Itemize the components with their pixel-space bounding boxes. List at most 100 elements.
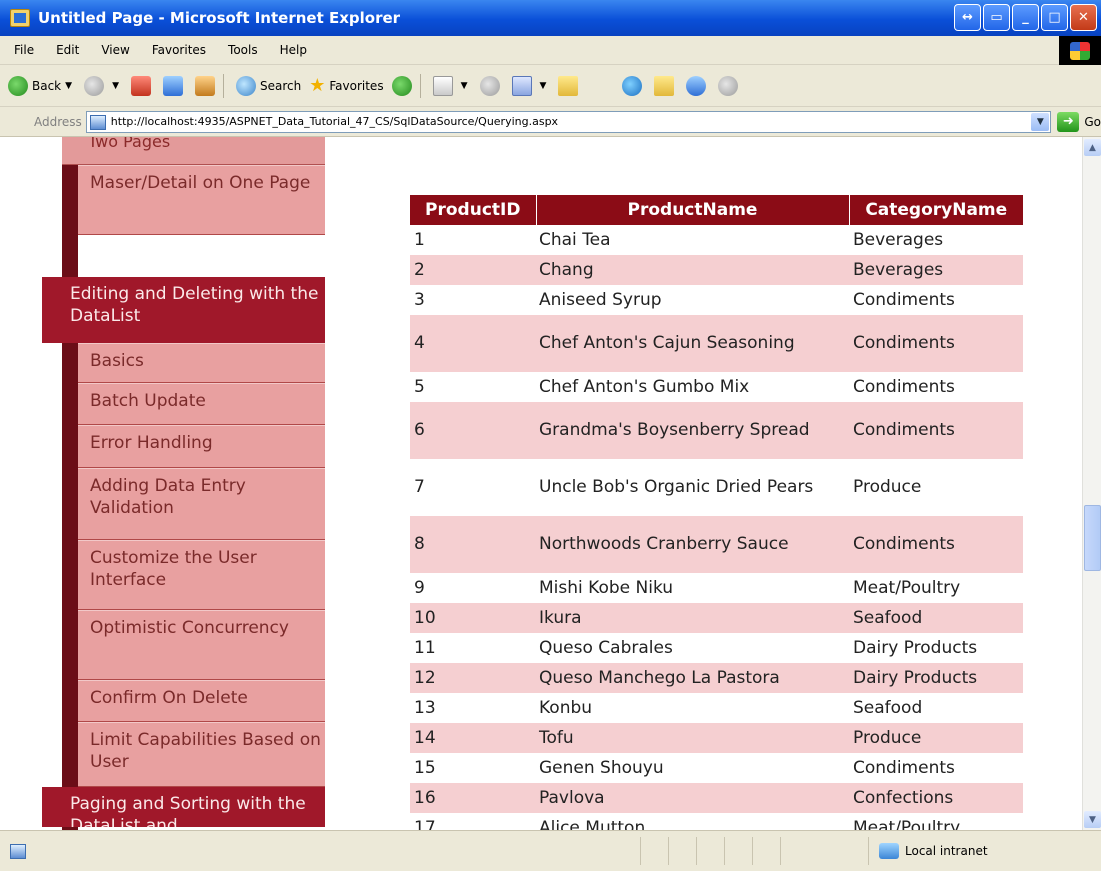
cell-productid: 16 — [410, 783, 536, 813]
cell-productid: 15 — [414, 758, 436, 778]
cell-categoryname: Condiments — [853, 290, 955, 310]
folder-button[interactable] — [558, 75, 582, 96]
sidebar-item-limit-capabilities[interactable]: Limit Capabilities Based on User — [78, 722, 325, 787]
print-icon — [479, 75, 500, 96]
cell-productname: Pavlova — [536, 783, 849, 813]
table-row: 6 Grandma's Boysenberry Spread Condiments — [410, 402, 1023, 459]
sidebar-section-paging-sorting[interactable]: Paging and Sorting with the DataList and — [42, 787, 325, 827]
go-button[interactable]: ➜ Go — [1057, 111, 1101, 132]
cell-productid: 12 — [410, 663, 536, 693]
refresh-icon — [162, 75, 183, 96]
messenger-button[interactable] — [654, 75, 678, 96]
sidebar-strip — [62, 137, 78, 830]
table-header-row: ProductID ProductName CategoryName — [410, 195, 1023, 225]
sidebar-item-error-handling[interactable]: Error Handling — [78, 425, 325, 468]
cell-productid: 8 — [410, 516, 536, 573]
table-row: 17 Alice Mutton Meat/Poultry — [410, 813, 1023, 830]
stop-button[interactable] — [130, 75, 155, 96]
sidebar-item-data-entry-validation[interactable]: Adding Data Entry Validation — [78, 468, 325, 540]
extra-icon[interactable]: ↔ — [954, 4, 981, 31]
table-row: 11 Queso Cabrales Dairy Products — [410, 633, 1023, 663]
table-row: 7 Uncle Bob's Organic Dried Pears Produce — [410, 459, 1023, 516]
sidebar-item-confirm-delete[interactable]: Confirm On Delete — [78, 680, 325, 722]
vertical-scrollbar[interactable]: ▲ ▼ — [1082, 137, 1101, 830]
cell-productname: Queso Cabrales — [539, 638, 673, 658]
cell-productname: Queso Manchego La Pastora — [536, 663, 849, 693]
scroll-up-icon[interactable]: ▲ — [1084, 139, 1101, 156]
table-row: 1 Chai Tea Beverages — [410, 225, 1023, 255]
back-icon — [8, 75, 28, 96]
close-button[interactable]: ✕ — [1070, 4, 1097, 31]
sidebar-item-customize-ui[interactable]: Customize the User Interface — [78, 540, 325, 610]
menu-edit[interactable]: Edit — [56, 43, 79, 57]
cell-productid: 3 — [414, 290, 425, 310]
favorites-button[interactable]: ★ Favorites — [309, 74, 383, 96]
status-bar: Local intranet — [0, 830, 1101, 871]
address-input[interactable]: http://localhost:4935/ASPNET_Data_Tutori… — [85, 110, 1052, 133]
globe-button[interactable] — [622, 75, 646, 96]
status-cells — [640, 837, 808, 865]
cell-productname: Genen Shouyu — [539, 758, 664, 778]
edit-button[interactable]: ▼ — [511, 75, 551, 96]
cell-categoryname: Seafood — [853, 698, 923, 718]
cell-productid: 10 — [410, 603, 536, 633]
extra-icon-2[interactable]: ▭ — [983, 4, 1010, 31]
tool-button-2[interactable] — [718, 75, 742, 96]
search-button[interactable]: Search — [235, 75, 301, 96]
chevron-down-icon[interactable]: ▼ — [1031, 112, 1050, 131]
scroll-thumb[interactable] — [1084, 505, 1101, 571]
cell-categoryname: Meat/Poultry — [853, 818, 961, 830]
menu-view[interactable]: View — [101, 43, 129, 57]
sidebar-item-master-detail[interactable]: Maser/Detail on One Page — [78, 165, 325, 235]
maximize-button[interactable]: □ — [1041, 4, 1068, 31]
menu-help[interactable]: Help — [280, 43, 307, 57]
forward-button[interactable]: ▼ — [84, 75, 123, 96]
menu-file[interactable]: File — [14, 43, 34, 57]
cell-productid: 11 — [414, 638, 436, 658]
cell-productid: 6 — [410, 402, 536, 459]
tool-button[interactable] — [686, 75, 710, 96]
sidebar-item-batch-update[interactable]: Batch Update — [78, 383, 325, 425]
table-row: 13 Konbu Seafood — [410, 693, 1023, 723]
intranet-icon — [879, 843, 899, 859]
scroll-down-icon[interactable]: ▼ — [1084, 811, 1101, 828]
cell-categoryname: Condiments — [849, 402, 1023, 459]
print-button[interactable] — [479, 75, 504, 96]
cell-productid: 1 — [414, 230, 425, 250]
sidebar-item-partial[interactable]: Two Pages — [62, 137, 325, 165]
forward-icon — [84, 75, 105, 96]
sidebar-item-basics[interactable]: Basics — [78, 343, 325, 383]
refresh-button[interactable] — [162, 75, 187, 96]
page-status-icon — [10, 843, 26, 859]
cell-productid: 7 — [414, 477, 425, 497]
table-row: 10 Ikura Seafood — [410, 603, 1023, 633]
address-bar: Address http://localhost:4935/ASPNET_Dat… — [0, 107, 1101, 137]
table-row: 8 Northwoods Cranberry Sauce Condiments — [410, 516, 1023, 573]
stop-icon — [130, 75, 151, 96]
cell-productname: Chang — [536, 255, 849, 285]
cell-productid: 9 — [414, 578, 425, 598]
star-icon: ★ — [309, 74, 326, 96]
home-button[interactable] — [194, 75, 219, 96]
home-icon — [194, 75, 215, 96]
cell-productname: Chef Anton's Gumbo Mix — [539, 377, 750, 397]
cell-categoryname: Beverages — [849, 255, 1023, 285]
sidebar-section-editing-deleting[interactable]: Editing and Deleting with the DataList — [42, 277, 325, 343]
menu-tools[interactable]: Tools — [228, 43, 258, 57]
cell-categoryname: Confections — [849, 783, 1023, 813]
history-button[interactable] — [391, 75, 416, 96]
sidebar-item-optimistic-concurrency[interactable]: Optimistic Concurrency — [78, 610, 325, 680]
cell-productname: Chai Tea — [539, 230, 611, 250]
cell-productname: Alice Mutton — [539, 818, 646, 830]
cell-categoryname: Produce — [853, 477, 922, 497]
back-button[interactable]: Back ▼ — [8, 75, 76, 96]
go-arrow-icon: ➜ — [1057, 111, 1080, 132]
status-cell — [724, 837, 752, 865]
mail-button[interactable]: ▼ — [432, 75, 472, 96]
menu-favorites[interactable]: Favorites — [152, 43, 206, 57]
cell-productname: Ikura — [536, 603, 849, 633]
separator — [419, 73, 421, 98]
minimize-button[interactable]: _ — [1012, 4, 1039, 31]
address-url: http://localhost:4935/ASPNET_Data_Tutori… — [110, 115, 559, 128]
history-icon — [391, 75, 412, 96]
